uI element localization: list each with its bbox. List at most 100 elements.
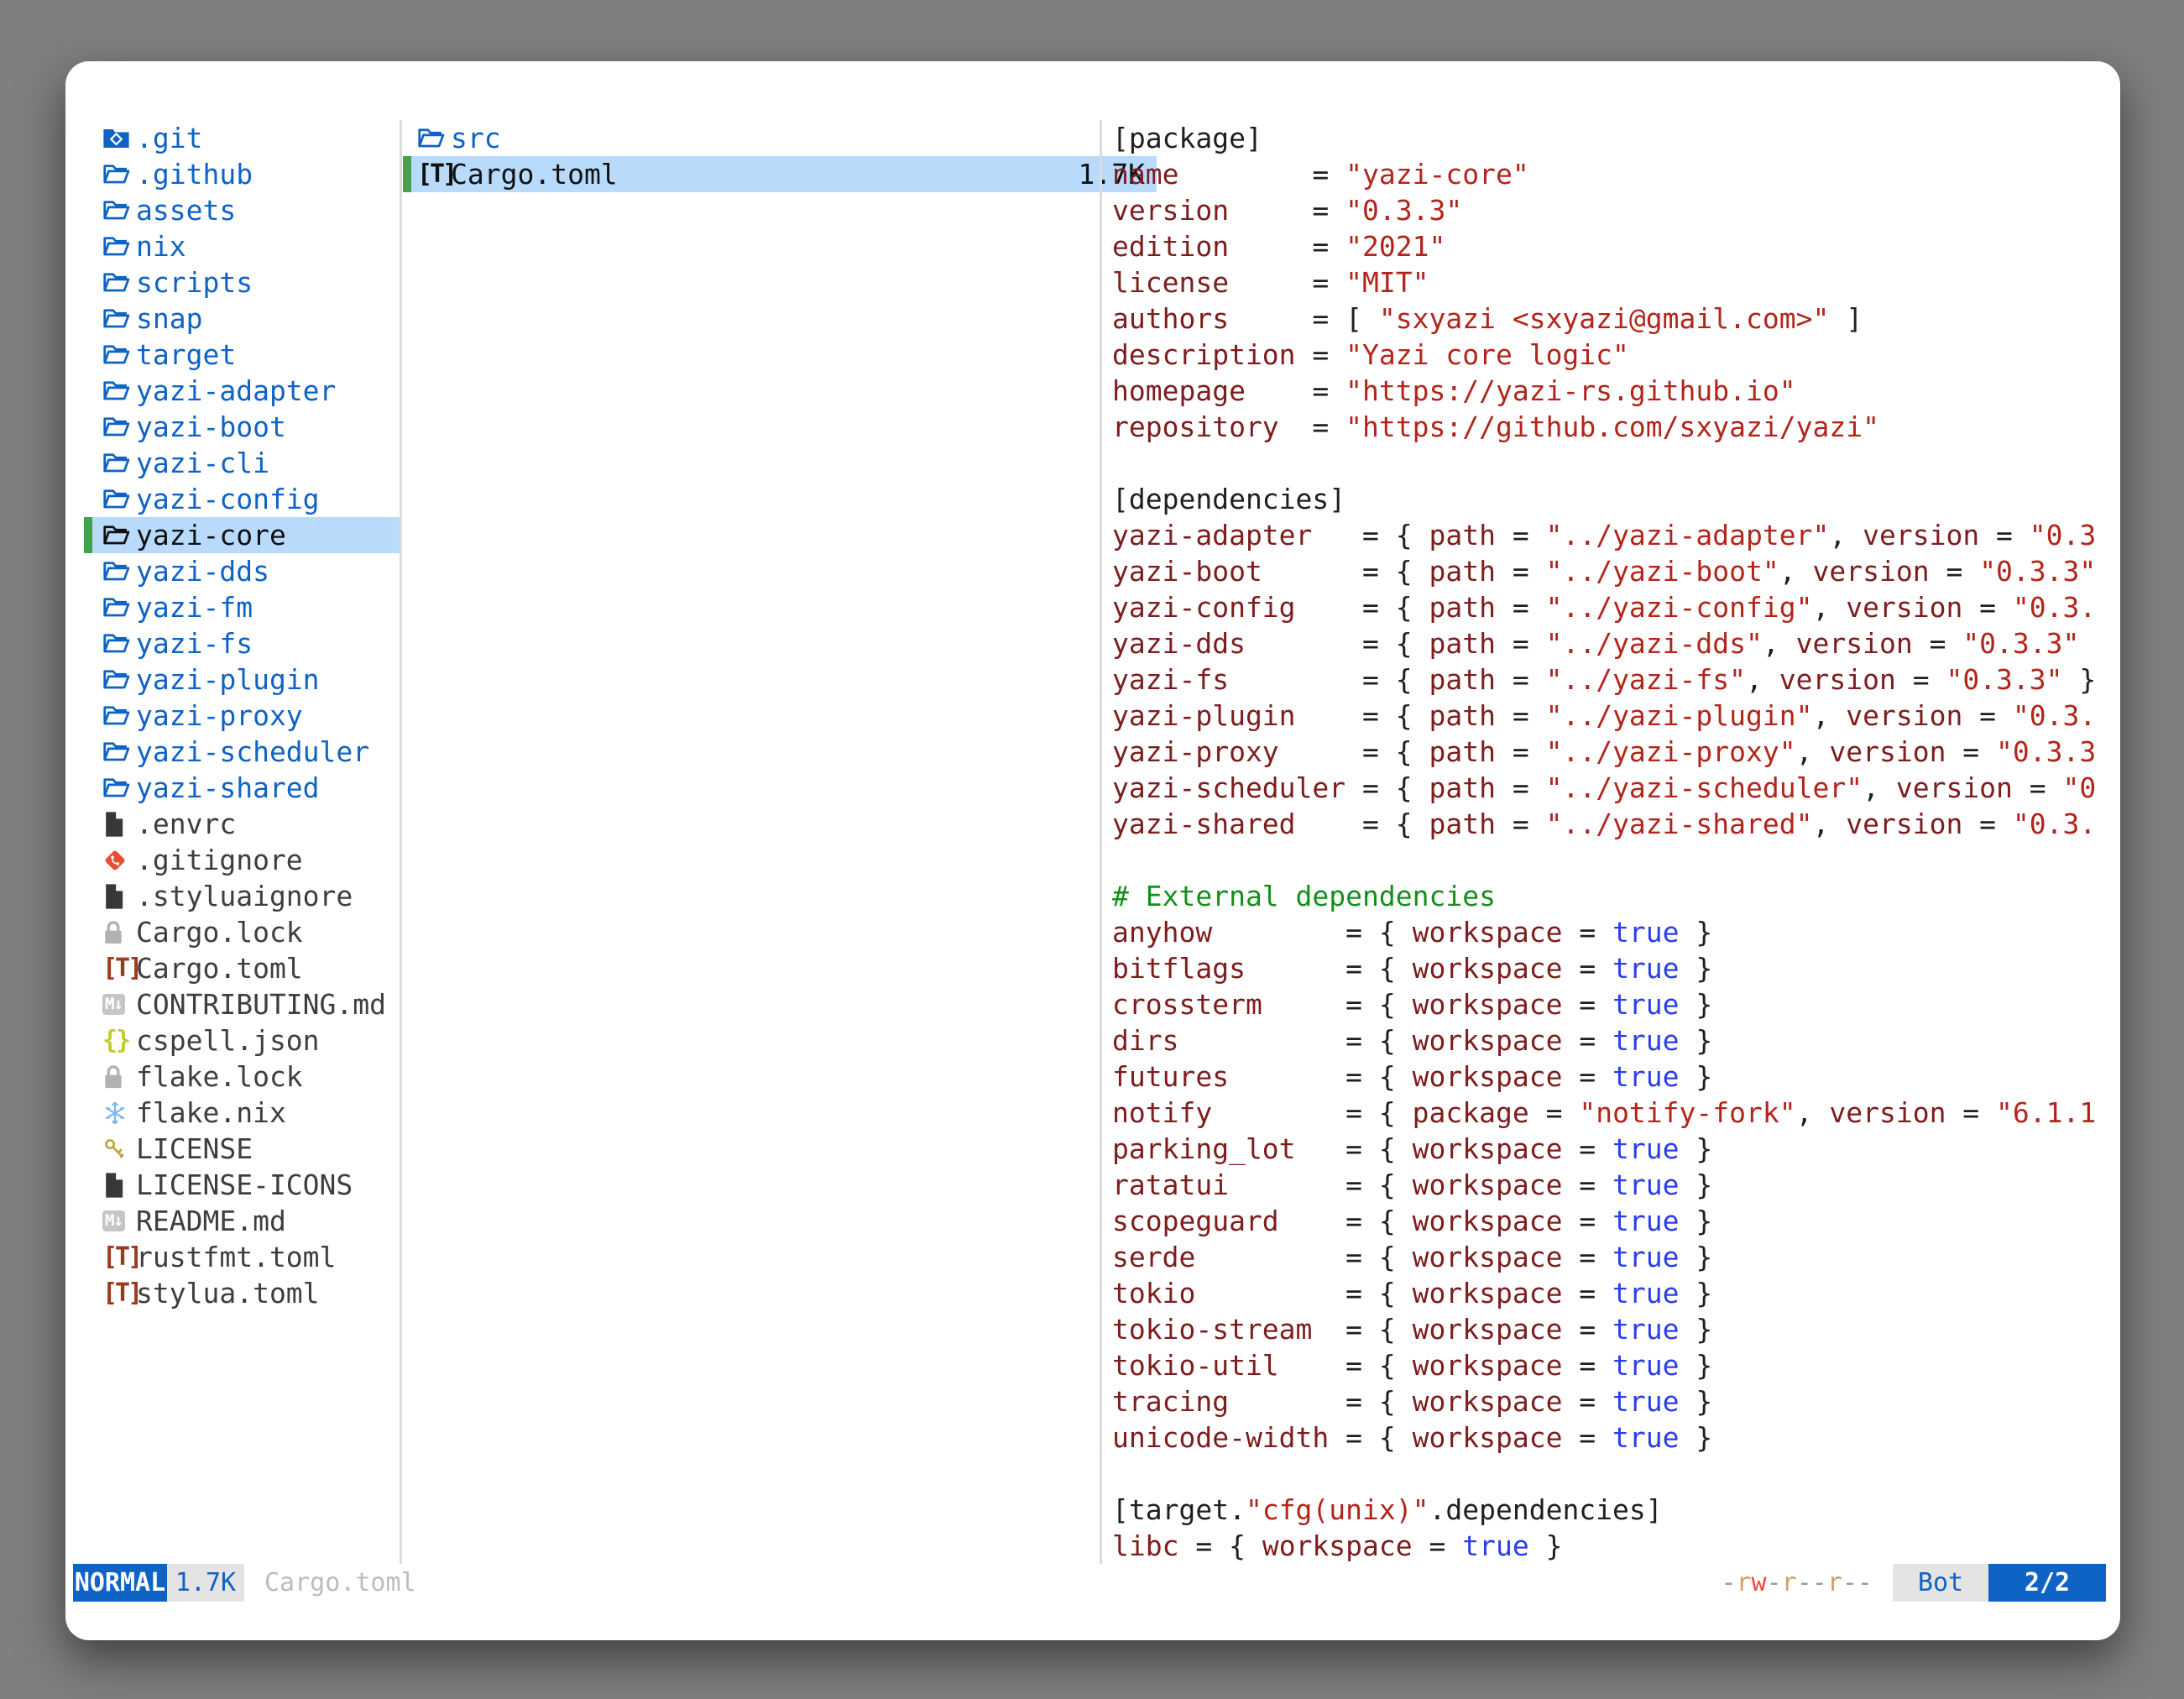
entry-label: Cargo.toml <box>451 158 618 191</box>
syntax-segment: [dependencies] <box>1112 483 1345 515</box>
syntax-segment: "0 <box>2063 771 2097 804</box>
syntax-segment: ratatui <box>1112 1168 1229 1201</box>
file-preview-pane[interactable]: [package]name = "yazi-core"version = "0.… <box>1112 120 2107 1564</box>
file-entry[interactable]: [T]stylua.toml <box>84 1275 400 1311</box>
syntax-segment: "0.3.3" <box>1962 627 2079 660</box>
file-icon <box>102 1172 134 1199</box>
dir-entry[interactable]: yazi-scheduler <box>84 734 400 770</box>
syntax-segment: "sxyazi <sxyazi@gmail.com>" <box>1379 302 1829 335</box>
file-entry[interactable]: M↓README.md <box>84 1203 400 1239</box>
cursor-index-badge: 2/2 <box>1988 1564 2106 1602</box>
file-entry[interactable]: flake.lock <box>84 1059 400 1095</box>
entry-label: .styluaignore <box>136 880 353 912</box>
file-entry[interactable]: M↓CONTRIBUTING.md <box>84 986 400 1022</box>
syntax-segment: path <box>1429 519 1496 552</box>
entry-label: yazi-shared <box>136 771 320 804</box>
dir-entry[interactable]: target <box>84 337 400 373</box>
dir-entry[interactable]: yazi-dds <box>84 553 400 589</box>
syntax-segment: version <box>1846 591 1962 624</box>
preview-code-line: tracing = { workspace = true } <box>1112 1383 2107 1419</box>
file-entry[interactable]: LICENSE-ICONS <box>84 1167 400 1203</box>
entry-label: Cargo.toml <box>136 952 303 985</box>
file-entry[interactable]: LICENSE <box>84 1131 400 1167</box>
dir-entry[interactable]: snap <box>84 301 400 337</box>
file-entry[interactable]: .gitignore <box>84 842 400 878</box>
dir-entry[interactable]: yazi-fs <box>84 625 400 661</box>
syntax-segment: = { <box>1195 1241 1412 1273</box>
syntax-segment: , <box>1863 771 1896 804</box>
dir-entry[interactable]: yazi-shared <box>84 770 400 806</box>
permission-segment: r <box>1736 1568 1751 1597</box>
file-entry[interactable]: .envrc <box>84 806 400 842</box>
syntax-segment: = <box>1979 519 2030 552</box>
preview-code-line: [target."cfg(unix)".dependencies] <box>1112 1492 2107 1528</box>
dir-entry[interactable]: yazi-proxy <box>84 698 400 734</box>
dir-entry[interactable]: yazi-config <box>84 481 400 517</box>
dir-entry[interactable]: nix <box>84 228 400 264</box>
syntax-segment: crossterm <box>1112 988 1262 1021</box>
syntax-segment: = <box>1229 266 1345 299</box>
preview-code-line: name = "yazi-core" <box>1112 156 2107 192</box>
parent-directory-pane[interactable]: .git.githubassetsnixscriptssnaptargetyaz… <box>84 120 400 1311</box>
file-entry[interactable]: {}cspell.json <box>84 1022 400 1059</box>
syntax-segment: = { <box>1178 1529 1262 1562</box>
syntax-segment: , <box>1796 1096 1830 1129</box>
dir-entry[interactable]: .github <box>84 156 400 192</box>
syntax-segment: version <box>1829 1096 1946 1129</box>
dir-entry[interactable]: yazi-core <box>84 517 400 553</box>
dir-entry[interactable]: yazi-plugin <box>84 661 400 698</box>
syntax-segment: "../yazi-scheduler" <box>1546 771 1863 804</box>
syntax-segment: , <box>1829 519 1863 552</box>
preview-code-line: yazi-dds = { path = "../yazi-dds", versi… <box>1112 625 2107 661</box>
file-entry[interactable]: .styluaignore <box>84 878 400 914</box>
folder-icon <box>102 163 134 186</box>
syntax-segment: true <box>1612 988 1679 1021</box>
preview-code-line: scopeguard = { workspace = true } <box>1112 1203 2107 1239</box>
syntax-segment: workspace <box>1413 952 1563 985</box>
syntax-segment: } <box>1680 952 1713 985</box>
dir-entry[interactable]: yazi-adapter <box>84 373 400 409</box>
entry-label: Cargo.lock <box>136 916 303 949</box>
syntax-segment: = <box>1529 1096 1580 1129</box>
dir-entry[interactable]: yazi-boot <box>84 409 400 445</box>
folder-icon <box>102 524 134 547</box>
file-entry[interactable]: [T]Cargo.toml <box>84 950 400 986</box>
syntax-segment: workspace <box>1413 1241 1563 1273</box>
file-entry[interactable]: Cargo.lock <box>84 914 400 950</box>
syntax-segment: = <box>2013 771 2063 804</box>
preview-code-line: unicode-width = { workspace = true } <box>1112 1419 2107 1456</box>
current-directory-pane[interactable]: src[T]Cargo.toml1.7K <box>403 120 1157 192</box>
entry-label: yazi-plugin <box>136 663 320 696</box>
syntax-segment: ] <box>1829 302 1863 335</box>
folder-icon <box>102 307 134 331</box>
syntax-segment: workspace <box>1262 1529 1413 1562</box>
dir-entry[interactable]: yazi-fm <box>84 589 400 625</box>
syntax-segment: = <box>1496 808 1546 840</box>
status-filename: Cargo.toml <box>264 1564 416 1602</box>
entry-label: yazi-config <box>136 483 320 515</box>
toml-icon: [T] <box>102 1242 134 1272</box>
folder-icon <box>102 488 134 511</box>
syntax-segment: = <box>1496 735 1546 768</box>
preview-code-line: crossterm = { workspace = true } <box>1112 986 2107 1022</box>
syntax-segment: = { <box>1296 1132 1413 1165</box>
preview-code-line: libc = { workspace = true } <box>1112 1528 2107 1564</box>
syntax-segment: yazi-fs <box>1112 663 1229 696</box>
syntax-segment: = <box>1229 230 1345 263</box>
dir-entry[interactable]: yazi-cli <box>84 445 400 481</box>
file-entry[interactable]: [T]rustfmt.toml <box>84 1239 400 1275</box>
syntax-segment: bitflags <box>1112 952 1246 985</box>
syntax-segment: = { <box>1262 555 1429 588</box>
syntax-segment: workspace <box>1413 1205 1563 1237</box>
dir-entry[interactable]: .git <box>84 120 400 156</box>
syntax-segment: true <box>1612 1132 1679 1165</box>
dir-entry[interactable]: assets <box>84 192 400 228</box>
syntax-segment: = <box>1562 988 1612 1021</box>
preview-code-line: tokio-util = { workspace = true } <box>1112 1347 2107 1383</box>
file-entry[interactable]: [T]Cargo.toml1.7K <box>403 156 1157 192</box>
file-entry[interactable]: flake.nix <box>84 1095 400 1131</box>
dir-entry[interactable]: src <box>403 120 1157 156</box>
syntax-segment: "MIT" <box>1345 266 1429 299</box>
syntax-segment: true <box>1612 1024 1679 1057</box>
dir-entry[interactable]: scripts <box>84 264 400 301</box>
